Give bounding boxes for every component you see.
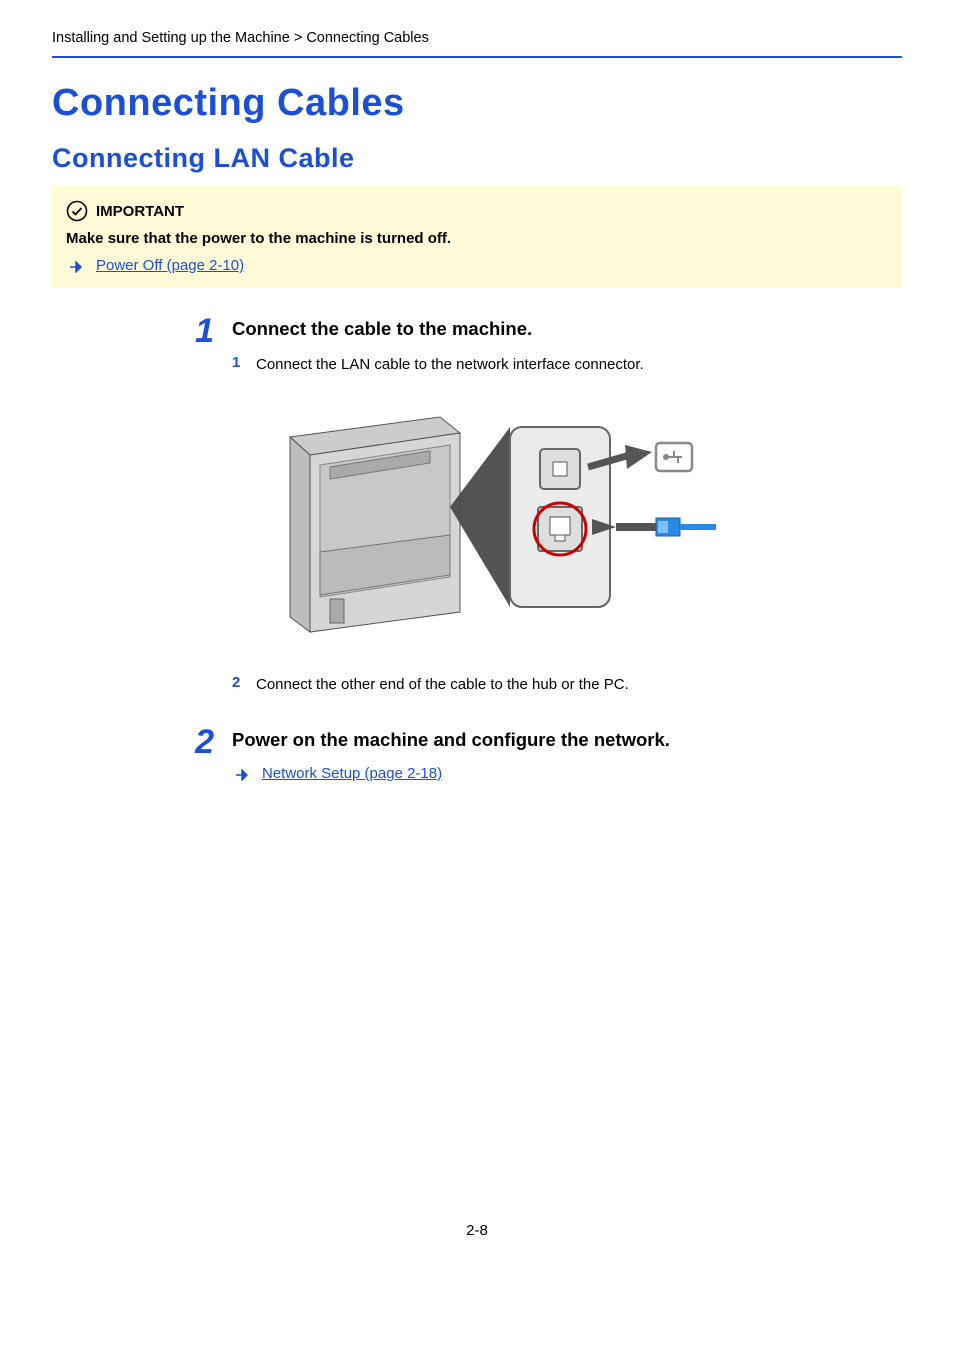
page-body: Installing and Setting up the Machine > … [0,0,954,1279]
step-number: 1 [182,314,214,707]
substep-text: Connect the LAN cable to the network int… [256,354,644,375]
reference-row: Power Off (page 2-10) [70,257,886,274]
network-setup-link[interactable]: Network Setup (page 2-18) [262,765,442,782]
section-title: Connecting LAN Cable [52,143,902,174]
callout-text: Make sure that the power to the machine … [66,230,886,247]
lan-connection-figure [260,387,902,652]
breadcrumb: Installing and Setting up the Machine > … [52,30,902,58]
step-2: 2 Power on the machine and configure the… [182,725,902,782]
substep-2: 2 Connect the other end of the cable to … [232,674,902,695]
callout-header: IMPORTANT [66,200,886,222]
substep-1: 1 Connect the LAN cable to the network i… [232,354,902,375]
reference-row: Network Setup (page 2-18) [236,765,902,782]
step-body: Connect the cable to the machine. 1 Conn… [232,314,902,707]
important-check-icon [66,200,88,222]
steps-container: 1 Connect the cable to the machine. 1 Co… [182,314,902,782]
page-number: 2-8 [52,1222,902,1239]
substep-text: Connect the other end of the cable to th… [256,674,629,695]
arrow-right-icon [70,260,86,272]
step-number: 2 [182,725,214,782]
arrow-right-icon [236,768,252,780]
callout-label: IMPORTANT [96,203,184,220]
step-1: 1 Connect the cable to the machine. 1 Co… [182,314,902,707]
step-body: Power on the machine and configure the n… [232,725,902,782]
substep-number: 1 [232,354,246,375]
power-off-link[interactable]: Power Off (page 2-10) [96,257,244,274]
page-title: Connecting Cables [52,82,902,125]
step-title: Connect the cable to the machine. [232,318,902,340]
substep-number: 2 [232,674,246,695]
step-title: Power on the machine and configure the n… [232,729,902,751]
important-callout: IMPORTANT Make sure that the power to th… [52,186,902,288]
